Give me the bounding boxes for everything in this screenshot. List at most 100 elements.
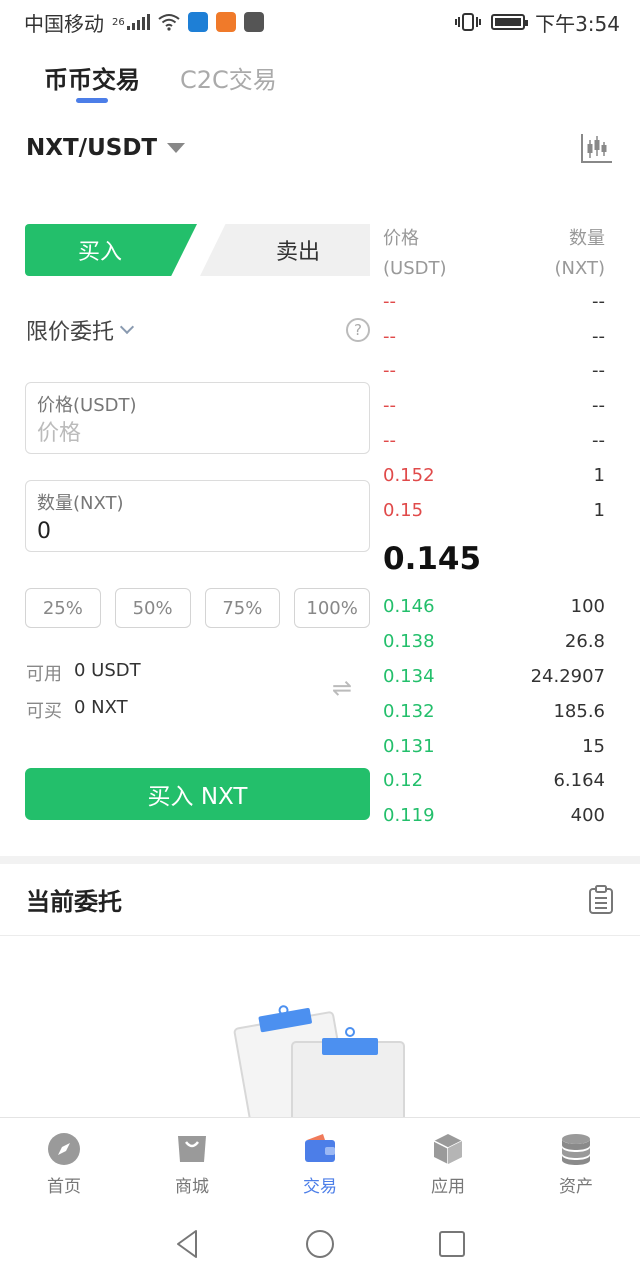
order-type-row: 限价委托 ? [26,312,370,348]
kline-chart-icon[interactable] [580,132,614,164]
buy-tab[interactable]: 买入 [25,224,197,276]
ask-row[interactable]: -- -- [383,423,605,458]
bid-qty: 6.164 [553,770,605,792]
ask-qty: 1 [593,464,605,486]
hms-app-icon [243,12,264,32]
bid-price: 0.131 [383,735,435,757]
nav-item-trade[interactable]: 交易 [256,1118,384,1207]
ask-price: 0.152 [383,464,435,486]
wifi-icon [158,14,180,31]
nav-item-mall[interactable]: 商城 [128,1118,256,1207]
caret-down-icon[interactable] [167,143,186,153]
qty-header-unit: (NXT) [554,258,605,279]
amount-input[interactable] [37,519,358,544]
bid-qty: 15 [582,735,605,757]
nav-item-home[interactable]: 首页 [0,1118,128,1207]
tab-label: 币币交易 [44,66,140,94]
price-field-label: 价格(USDT) [37,395,137,416]
price-field: 价格(USDT) [25,382,370,454]
vibrate-icon [455,13,482,31]
buy-submit-button[interactable]: 买入 NXT [25,768,370,820]
order-type-selector[interactable]: 限价委托 [26,314,114,346]
can-buy-label: 可买 [26,701,62,722]
ask-row[interactable]: -- -- [383,388,605,423]
bid-price: 0.138 [383,631,435,653]
ask-row[interactable]: -- -- [383,284,605,319]
price-input[interactable] [37,421,358,446]
nav-label: 首页 [47,1177,81,1197]
qty-header: 数量 [569,228,605,249]
bid-price: 0.134 [383,666,435,688]
bid-price: 0.119 [383,805,435,827]
ask-row[interactable]: -- -- [383,354,605,389]
cube-icon [433,1134,463,1164]
amount-field: 数量(NXT) [25,480,370,552]
sell-tab[interactable]: 卖出 [200,224,370,276]
percent-50-button[interactable]: 50% [114,588,191,628]
available-label: 可用 [26,664,62,685]
bid-row[interactable]: 0.138 26.8 [383,624,605,659]
ask-price: -- [383,395,396,417]
help-icon[interactable]: ? [346,318,370,342]
bid-price: 0.132 [383,700,435,722]
swap-icon[interactable]: ⇌ [332,674,352,702]
bid-price: 0.12 [383,770,424,792]
nav-item-apps[interactable]: 应用 [384,1118,512,1207]
pair-selector[interactable]: NXT/USDT [26,135,157,161]
pair-row: NXT/USDT [26,128,614,168]
bid-row[interactable]: 0.131 15 [383,729,605,764]
network-type: 26 [112,16,125,28]
ask-price: -- [383,430,396,452]
bid-row[interactable]: 0.134 24.2907 [383,659,605,694]
coins-icon [562,1134,590,1165]
back-icon[interactable] [172,1228,204,1260]
percent-75-button[interactable]: 75% [204,588,281,628]
status-bar: 中国移动 26 下午3:54 [0,0,640,44]
bid-qty: 400 [570,805,605,827]
ask-row[interactable]: 0.152 1 [383,458,605,493]
bid-row[interactable]: 0.132 185.6 [383,694,605,729]
percent-25-button[interactable]: 25% [25,588,101,628]
ask-price: -- [383,325,396,347]
price-header-unit: (USDT) [383,258,447,279]
ask-qty: -- [592,290,605,312]
signal-icon [126,14,150,30]
battery-icon [491,14,529,30]
percent-buttons: 25% 50% 75% 100% [25,588,370,628]
percent-100-button[interactable]: 100% [294,588,370,628]
chevron-down-icon[interactable] [119,319,135,335]
bid-qty: 26.8 [564,631,605,653]
tab-c2c-trading[interactable]: C2C交易 [180,60,277,104]
clock: 下午3:54 [535,11,620,36]
bid-row[interactable]: 0.146 100 [383,590,605,625]
carrier-label: 中国移动 [24,11,104,36]
recents-square-icon[interactable] [436,1228,468,1260]
bottom-nav: 首页 商城 交易 应用 资产 [0,1117,640,1207]
compass-icon [48,1133,80,1165]
ask-list: -- -- -- -- -- -- -- -- -- -- 0.152 1 0.15 1 [383,284,605,528]
nav-label: 资产 [559,1177,593,1197]
ask-qty: -- [592,325,605,347]
ask-row[interactable]: 0.15 1 [383,493,605,528]
current-orders-title: 当前委托 [26,888,122,916]
section-divider [0,856,640,864]
bid-row[interactable]: 0.12 6.164 [383,764,605,799]
bid-row[interactable]: 0.119 400 [383,798,605,833]
ask-price: 0.15 [383,499,424,521]
shield-app-icon [187,12,208,32]
wallet-icon [305,1134,335,1162]
nav-label: 商城 [175,1177,209,1197]
tab-spot-trading[interactable]: 币币交易 [44,60,140,104]
nav-item-assets[interactable]: 资产 [512,1118,640,1207]
browser-app-icon [215,12,236,32]
ask-row[interactable]: -- -- [383,319,605,354]
bid-list: 0.146 100 0.138 26.8 0.134 24.2907 0.132 185… [383,590,605,834]
available-balance: 可用 0 USDT [26,660,141,686]
current-orders-header: 当前委托 [0,864,640,936]
available-value: 0 USDT [74,660,141,681]
order-book-header: 价格 (USDT) 数量 (NXT) [383,224,605,284]
home-circle-icon[interactable] [304,1228,336,1260]
order-history-icon[interactable] [588,884,614,915]
ask-qty: 1 [593,499,605,521]
system-nav-bar [0,1207,640,1280]
